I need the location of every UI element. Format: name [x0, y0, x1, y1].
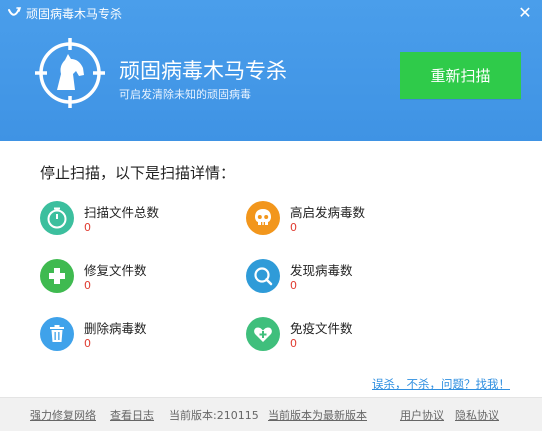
privacy-link[interactable]: 隐私协议: [455, 407, 499, 423]
rescan-button[interactable]: 重新扫描: [400, 52, 521, 99]
timer-icon: [40, 201, 74, 235]
stat-value: 0: [84, 279, 91, 292]
stat-label: 高启发病毒数: [290, 205, 366, 220]
scan-status-heading: 停止扫描，以下是扫描详情：: [40, 164, 236, 182]
stat-label: 发现病毒数: [290, 263, 353, 278]
hero-subtitle: 可启发清除未知的顽固病毒: [119, 88, 251, 101]
version-label: 当前版本:210115: [169, 409, 259, 422]
stat-value: 0: [290, 337, 297, 350]
search-icon: [246, 259, 280, 293]
view-log-link[interactable]: 查看日志: [110, 407, 154, 423]
trojan-horse-target-icon: [35, 38, 105, 108]
stat-value: 0: [290, 221, 297, 234]
close-icon[interactable]: ✕: [516, 4, 534, 22]
footer-bar: 强力修复网络 查看日志 当前版本:210115 当前版本为最新版本 用户协议 隐…: [0, 397, 542, 431]
heart-icon: [246, 317, 280, 351]
stat-label: 免疫文件数: [290, 321, 353, 336]
user-agreement-link[interactable]: 用户协议: [400, 407, 444, 423]
stat-found-viruses: 发现病毒数 0: [246, 259, 446, 299]
stat-repaired-files: 修复文件数 0: [40, 259, 240, 299]
stat-label: 删除病毒数: [84, 321, 147, 336]
latest-version-link[interactable]: 当前版本为最新版本: [268, 407, 367, 423]
plus-icon: [40, 259, 74, 293]
feedback-link[interactable]: 误杀，不杀，问题？找我！: [372, 376, 510, 392]
app-logo-icon: [8, 7, 22, 16]
window-title: 顽固病毒木马专杀: [26, 7, 123, 21]
repair-network-link[interactable]: 强力修复网络: [30, 407, 96, 423]
skull-icon: [246, 201, 280, 235]
stat-value: 0: [84, 337, 91, 350]
stat-deleted-viruses: 删除病毒数 0: [40, 317, 240, 357]
trash-icon: [40, 317, 74, 351]
stat-label: 扫描文件总数: [84, 205, 160, 220]
stat-value: 0: [84, 221, 91, 234]
stat-scanned-files: 扫描文件总数 0: [40, 201, 240, 241]
stat-heuristic-viruses: 高启发病毒数 0: [246, 201, 446, 241]
stat-value: 0: [290, 279, 297, 292]
title-bar: 顽固病毒木马专杀 ✕: [0, 0, 542, 28]
hero-title: 顽固病毒木马专杀: [119, 59, 287, 83]
stat-label: 修复文件数: [84, 263, 147, 278]
stat-immune-files: 免疫文件数 0: [246, 317, 446, 357]
header-banner: 顽固病毒木马专杀 ✕ 顽固病毒木马专杀 可启发清除未知的顽固病毒 重新扫描: [0, 0, 542, 141]
